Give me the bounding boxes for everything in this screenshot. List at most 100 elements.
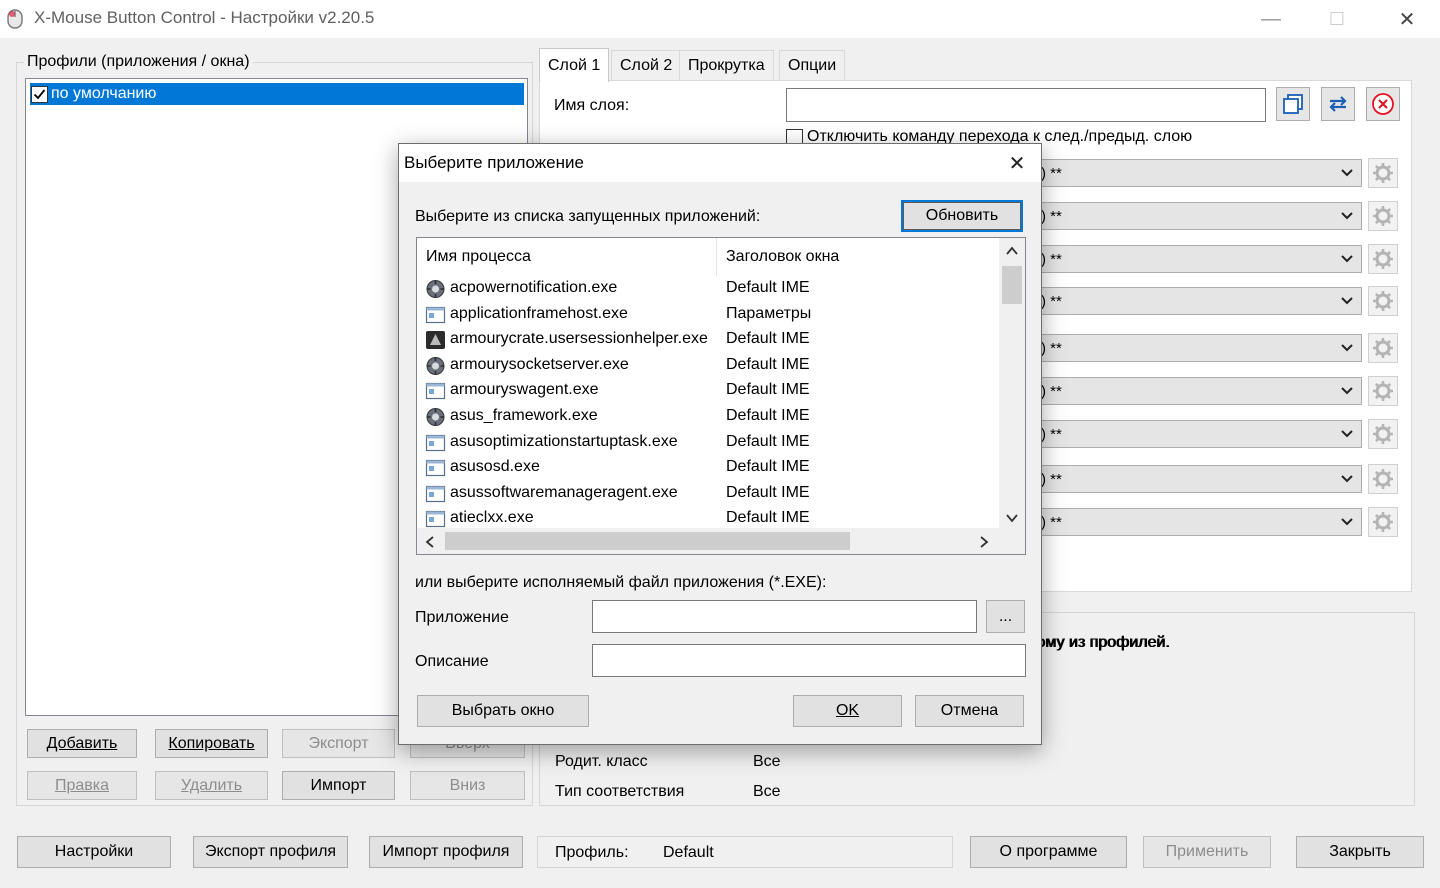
process-row[interactable]: acpowernotification.exe Default IME <box>417 276 999 302</box>
close-main-button[interactable]: Закрыть <box>1296 836 1424 868</box>
action-settings-button[interactable] <box>1368 333 1398 363</box>
gear-icon <box>1373 291 1393 311</box>
mouse-action-combo[interactable]: ) ** <box>1036 245 1362 273</box>
profile-status-value: Default <box>663 844 714 861</box>
combo-value: ) ** <box>1041 164 1062 182</box>
swap-layer-button[interactable] <box>1321 87 1355 121</box>
process-name: asussoftwaremanageragent.exe <box>450 483 678 501</box>
action-settings-button[interactable] <box>1368 286 1398 316</box>
minimize-button[interactable]: — <box>1238 0 1304 38</box>
import-profile-button[interactable]: Импорт профиля <box>369 836 523 868</box>
tab-scroll[interactable]: Прокрутка <box>679 50 774 80</box>
mouse-action-combo[interactable]: ) ** <box>1036 508 1362 536</box>
import-button[interactable]: Импорт <box>282 771 395 800</box>
action-settings-button[interactable] <box>1368 376 1398 406</box>
mouse-action-combo[interactable]: ) ** <box>1036 334 1362 362</box>
scroll-right-arrow-icon[interactable] <box>979 535 989 553</box>
vertical-scroll-thumb[interactable] <box>1002 266 1022 304</box>
mouse-action-combo[interactable]: ) ** <box>1036 465 1362 493</box>
profile-checkbox[interactable] <box>31 85 48 103</box>
edit-profile-button[interactable]: Правка <box>27 771 137 800</box>
apply-button[interactable]: Применить <box>1143 836 1271 868</box>
add-profile-label: Добавить <box>46 734 118 752</box>
process-name: acpowernotification.exe <box>450 279 618 296</box>
action-settings-button[interactable] <box>1368 201 1398 231</box>
process-row[interactable]: asus_framework.exe Default IME <box>417 404 999 430</box>
combo-value: ) ** <box>1041 470 1062 488</box>
scroll-left-arrow-icon[interactable] <box>425 535 435 553</box>
tab-options[interactable]: Опции <box>779 50 846 80</box>
copy-icon <box>1283 94 1303 114</box>
process-row[interactable]: applicationframehost.exe Параметры <box>417 302 999 328</box>
about-button[interactable]: О программе <box>970 836 1127 868</box>
move-down-button[interactable]: Вниз <box>410 771 525 800</box>
pick-window-button[interactable]: Выбрать окно <box>417 695 589 727</box>
action-settings-button[interactable] <box>1368 158 1398 188</box>
process-row[interactable]: asusosd.exe Default IME <box>417 455 999 481</box>
gear-icon <box>1373 381 1393 401</box>
process-row[interactable]: armouryswagent.exe Default IME <box>417 378 999 404</box>
gear-icon <box>1373 338 1393 358</box>
settings-button[interactable]: Настройки <box>17 836 171 868</box>
add-profile-button[interactable]: Добавить <box>27 729 137 758</box>
scroll-up-arrow-icon[interactable] <box>1006 245 1018 259</box>
window-icon <box>425 511 446 528</box>
tab-layer-1[interactable]: Слой 1 <box>539 48 610 82</box>
edit-profile-label: Правка <box>54 776 110 794</box>
mouse-action-combo[interactable]: ) ** <box>1036 159 1362 187</box>
process-row[interactable]: asusoptimizationstartuptask.exe Default I… <box>417 430 999 456</box>
tab-layer-2[interactable]: Слой 2 <box>611 50 682 80</box>
scrollbar-corner <box>999 528 1025 554</box>
delete-profile-button[interactable]: Удалить <box>155 771 268 800</box>
profiles-group-label: Профили (приложения / окна) <box>24 53 253 71</box>
scroll-down-arrow-icon[interactable] <box>1006 510 1018 528</box>
gear-icon <box>1373 512 1393 532</box>
copy-layer-button[interactable] <box>1276 87 1310 121</box>
dialog-close-button[interactable]: ✕ <box>999 148 1035 178</box>
refresh-button[interactable]: Обновить <box>901 200 1023 232</box>
vertical-scrollbar[interactable] <box>999 238 1025 528</box>
clear-layer-button[interactable] <box>1366 87 1400 121</box>
process-name: asus_framework.exe <box>450 407 598 424</box>
mouse-action-combo[interactable]: ) ** <box>1036 287 1362 315</box>
combo-value: ) ** <box>1041 382 1062 400</box>
mouse-action-combo[interactable]: ) ** <box>1036 377 1362 405</box>
mouse-action-combo[interactable]: ) ** <box>1036 420 1362 448</box>
maximize-button[interactable]: ☐ <box>1304 0 1370 38</box>
profile-item-default[interactable]: по умолчанию <box>30 83 524 105</box>
browse-button[interactable]: ... <box>986 600 1025 633</box>
combo-value: ) ** <box>1041 425 1062 443</box>
gear-icon <box>1373 424 1393 444</box>
action-settings-button[interactable] <box>1368 419 1398 449</box>
app-path-input[interactable] <box>592 600 977 633</box>
ok-button[interactable]: OK <box>793 695 902 727</box>
action-settings-button[interactable] <box>1368 464 1398 494</box>
process-row[interactable]: armourysocketserver.exe Default IME <box>417 353 999 379</box>
close-button[interactable]: ✕ <box>1374 0 1440 38</box>
process-row[interactable]: asussoftwaremanageragent.exe Default IME <box>417 481 999 507</box>
gear-icon <box>1373 163 1393 183</box>
export-button[interactable]: Экспорт <box>282 729 395 758</box>
dialog-title: Выберите приложение <box>404 153 584 172</box>
action-settings-button[interactable] <box>1368 507 1398 537</box>
export-profile-button[interactable]: Экспорт профиля <box>193 836 348 868</box>
action-settings-button[interactable] <box>1368 244 1398 274</box>
window-icon <box>425 434 446 451</box>
column-header-process[interactable]: Имя процесса <box>417 238 717 276</box>
cancel-button[interactable]: Отмена <box>915 695 1024 727</box>
copy-profile-button[interactable]: Копировать <box>155 729 268 758</box>
combo-value: ) ** <box>1041 207 1062 225</box>
layer-name-input[interactable] <box>786 88 1266 122</box>
process-list[interactable]: Имя процесса Заголовок окна acpowernotif… <box>416 237 1026 555</box>
process-row[interactable]: armourycrate.usersessionhelper.exe Defaul… <box>417 327 999 353</box>
process-window-title: Default IME <box>726 279 810 296</box>
mouse-action-combo[interactable]: ) ** <box>1036 202 1362 230</box>
layer-name-label: Имя слоя: <box>554 97 630 114</box>
close-circle-icon <box>1372 93 1394 115</box>
horizontal-scrollbar[interactable] <box>417 528 999 554</box>
chevron-down-icon <box>1341 518 1353 526</box>
combo-value: ) ** <box>1041 250 1062 268</box>
horizontal-scroll-thumb[interactable] <box>445 532 850 550</box>
column-header-window-title[interactable]: Заголовок окна <box>717 238 999 276</box>
description-input[interactable] <box>592 644 1026 677</box>
